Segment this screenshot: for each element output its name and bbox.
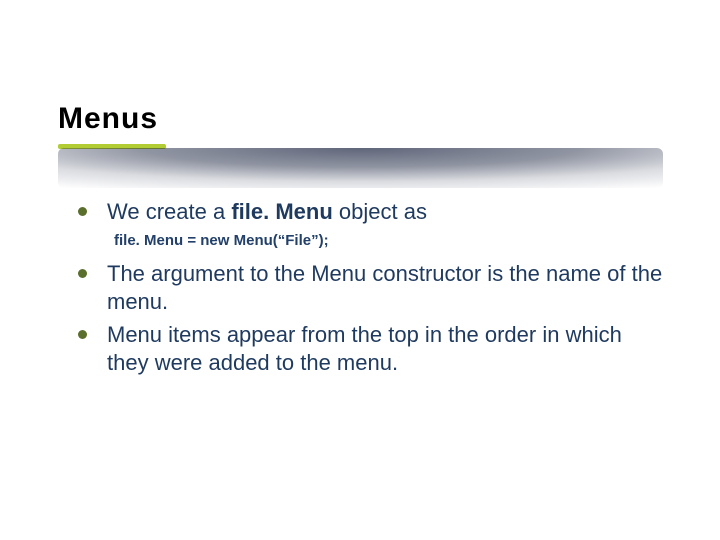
slide-title: Menus <box>58 102 158 136</box>
list-item: We create a file. Menu object as <box>78 198 668 226</box>
slide: Menus We create a file. Menu object as f… <box>0 0 720 540</box>
text-fragment: object as <box>333 199 427 224</box>
list-item-text: The argument to the Menu constructor is … <box>107 260 668 315</box>
bullet-icon <box>78 330 87 339</box>
accent-underline <box>58 144 166 149</box>
list-item: Menu items appear from the top in the or… <box>78 321 668 376</box>
text-fragment: We create a <box>107 199 231 224</box>
list-item: The argument to the Menu constructor is … <box>78 260 668 315</box>
list-item-text: We create a file. Menu object as <box>107 198 668 226</box>
content-area: We create a file. Menu object as file. M… <box>78 198 668 382</box>
bullet-icon <box>78 269 87 278</box>
list-item-text: Menu items appear from the top in the or… <box>107 321 668 376</box>
text-bold: file. Menu <box>231 199 332 224</box>
title-shadow <box>58 148 663 188</box>
code-line: file. Menu = new Menu(“File”); <box>114 232 668 251</box>
bullet-icon <box>78 207 87 216</box>
